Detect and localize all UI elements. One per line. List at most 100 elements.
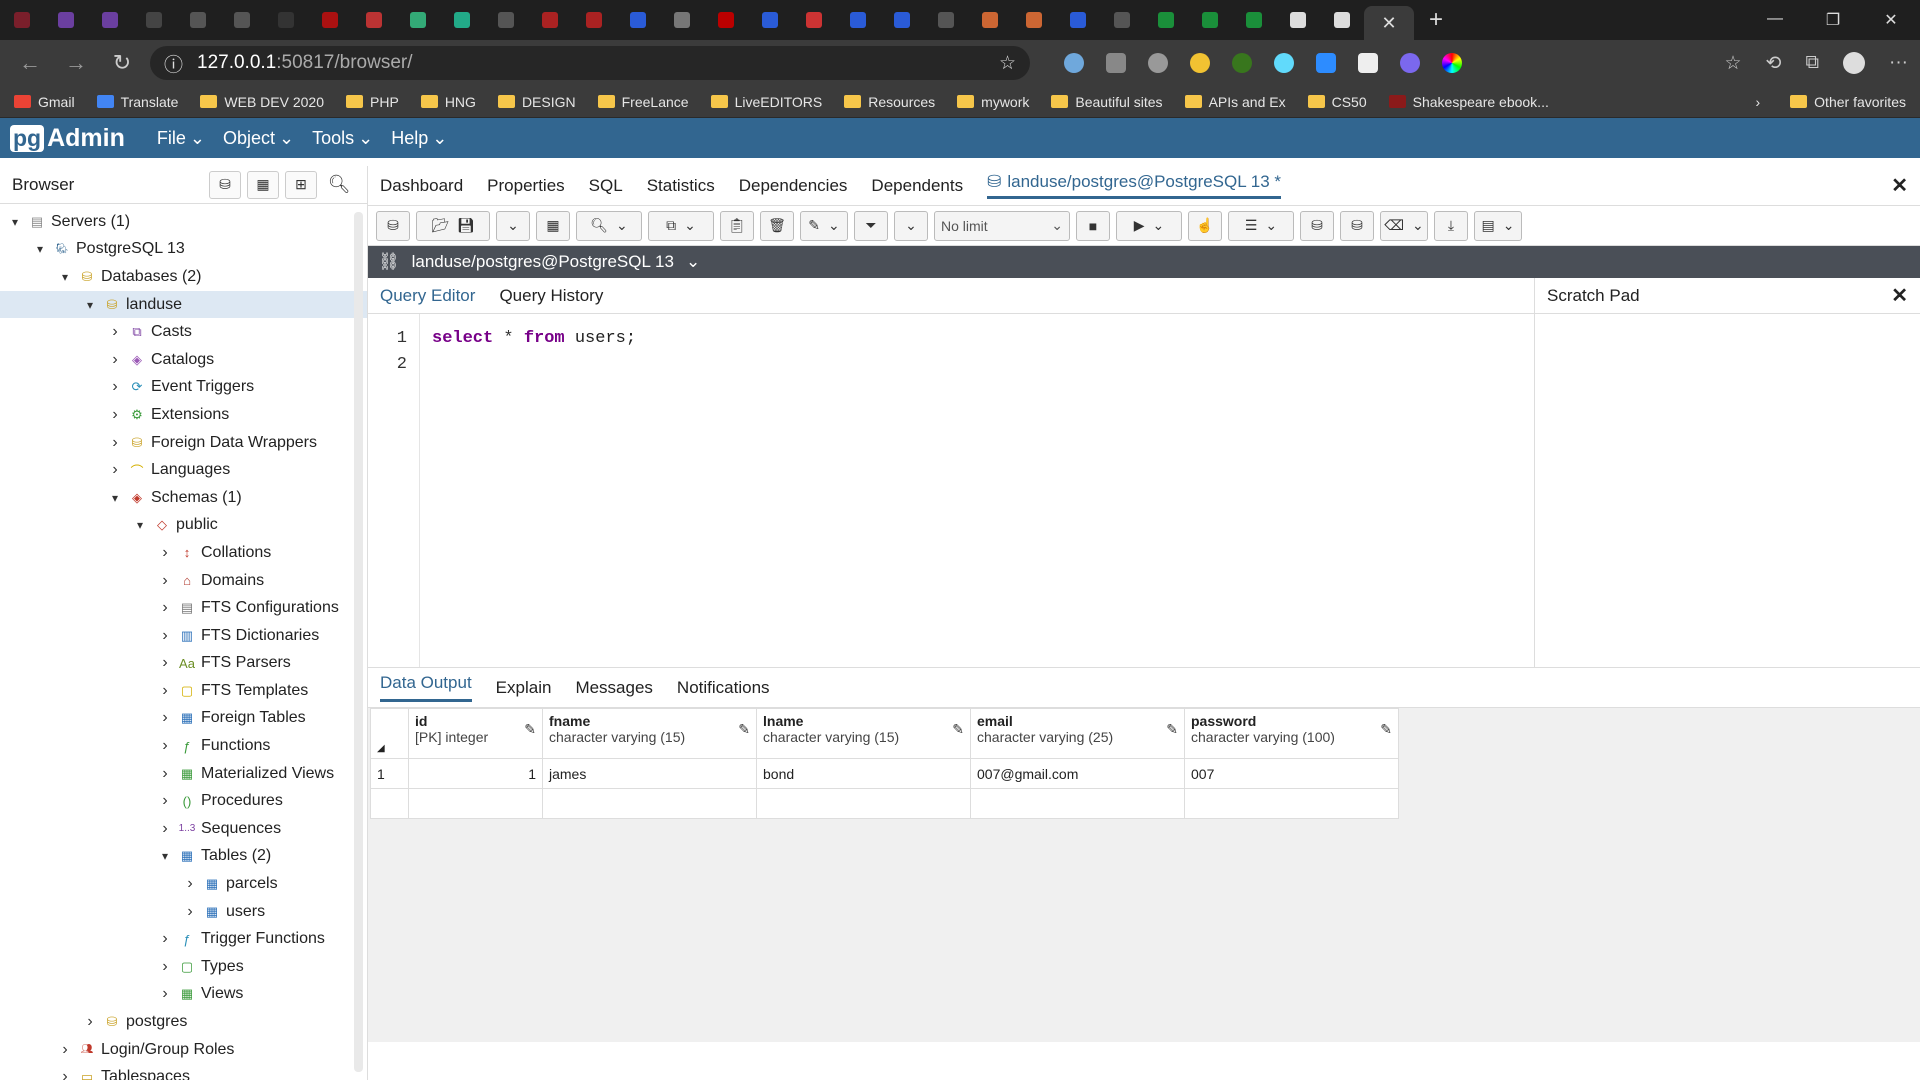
tab-properties[interactable]: Properties — [487, 176, 564, 196]
other-favorites[interactable]: Other favorites — [1790, 94, 1906, 110]
edit-column-icon[interactable]: ✎ — [524, 721, 536, 738]
filter-rows-icon[interactable]: ⊞ — [285, 170, 317, 199]
edit-column-icon[interactable]: ✎ — [952, 721, 964, 738]
bookmark-item[interactable]: FreeLance — [597, 94, 689, 110]
chevron-down-icon[interactable]: ▾ — [133, 518, 147, 532]
table-cell[interactable] — [1184, 788, 1399, 819]
chevron-right-icon[interactable]: › — [158, 654, 172, 672]
open-file-button[interactable]: 📂︎ 💾︎ — [416, 210, 490, 241]
browser-tab-favicon[interactable] — [1320, 0, 1364, 40]
sql-editor[interactable]: 12 select * from users; — [368, 314, 1534, 667]
copy-button[interactable]: ⧉ ⌄ — [648, 210, 714, 241]
browser-tab-favicon[interactable] — [484, 0, 528, 40]
tree-node[interactable]: › 👥︎ Login/Group Roles — [0, 1036, 367, 1064]
tab-messages[interactable]: Messages — [575, 678, 652, 698]
extension-icon[interactable] — [1400, 53, 1420, 73]
view-data-icon[interactable]: ▦ — [247, 170, 279, 199]
table-cell[interactable] — [970, 788, 1185, 819]
chevron-right-icon[interactable]: › — [158, 765, 172, 783]
browser-tab-favicon[interactable] — [572, 0, 616, 40]
browser-tab-favicon[interactable] — [528, 0, 572, 40]
edit-column-icon[interactable]: ✎ — [1380, 721, 1392, 738]
tree-node[interactable]: › ⟳ Event Triggers — [0, 374, 367, 402]
browser-tab-favicon[interactable] — [836, 0, 880, 40]
chevron-right-icon[interactable]: › — [158, 599, 172, 617]
tree-node[interactable]: › Aa FTS Parsers — [0, 650, 367, 678]
edit-column-icon[interactable]: ✎ — [738, 721, 750, 738]
table-cell[interactable]: bond — [756, 758, 971, 789]
tab-data-output[interactable]: Data Output — [380, 673, 472, 702]
collections-icon[interactable]: ⧉ — [1805, 52, 1819, 75]
tab-query-tool[interactable]: ⛁ landuse/postgres@PostgreSQL 13 * — [987, 172, 1282, 199]
table-cell[interactable]: 1 — [408, 758, 543, 789]
browser-tab-favicon[interactable] — [132, 0, 176, 40]
tab-sql[interactable]: SQL — [589, 176, 623, 196]
react-devtools-icon[interactable] — [1274, 53, 1294, 73]
connection-bar[interactable]: ⛓ landuse/postgres@PostgreSQL 13 ⌄ — [368, 246, 1920, 278]
chevron-down-icon[interactable]: ▾ — [58, 270, 72, 284]
tab-statistics[interactable]: Statistics — [647, 176, 715, 196]
row-limit-select[interactable]: No limit ⌄ — [934, 210, 1070, 241]
chevron-right-icon[interactable]: › — [1756, 94, 1761, 110]
code-text[interactable]: select * from users; — [420, 314, 636, 667]
chevron-right-icon[interactable]: › — [158, 709, 172, 727]
save-icon[interactable]: 💾︎ — [457, 217, 475, 234]
save-options-button[interactable]: ⌄ — [496, 210, 530, 241]
close-scratch-pad-icon[interactable]: ✕ — [1891, 283, 1908, 308]
extension-icon[interactable] — [1232, 53, 1252, 73]
browser-tab-favicon[interactable] — [660, 0, 704, 40]
tree-node[interactable]: › ↕ Collations — [0, 539, 367, 567]
notion-icon[interactable] — [1358, 53, 1378, 73]
menu-tools[interactable]: Tools ⌄ — [312, 128, 373, 149]
chevron-right-icon[interactable]: › — [158, 682, 172, 700]
bookmark-item[interactable]: PHP — [346, 94, 399, 110]
tree-node[interactable]: › ▦ users — [0, 898, 367, 926]
address-bar[interactable]: ⓘ 127.0.0.1:50817/browser/ ☆ — [150, 46, 1030, 80]
extension-icon[interactable] — [1064, 53, 1084, 73]
favorites-icon[interactable]: ☆ — [1724, 52, 1741, 75]
query-tool-icon[interactable]: ⛁ — [209, 170, 241, 199]
bookmark-item[interactable]: Beautiful sites — [1051, 94, 1163, 110]
table-cell[interactable] — [408, 788, 543, 819]
browser-tab-favicon[interactable] — [0, 0, 44, 40]
tree-node[interactable]: › ⌒ Languages — [0, 456, 367, 484]
tree-node[interactable]: ▾ ◈ Schemas (1) — [0, 484, 367, 512]
table-cell[interactable] — [756, 788, 971, 819]
browser-tab-favicon[interactable] — [176, 0, 220, 40]
tree-node[interactable]: ▾ ⛁ Databases (2) — [0, 263, 367, 291]
extension-icon[interactable] — [1106, 53, 1126, 73]
execute-button[interactable]: ▶ ⌄ — [1116, 210, 1182, 241]
browser-tab-favicon[interactable] — [396, 0, 440, 40]
browser-tab-favicon[interactable] — [748, 0, 792, 40]
clear-button[interactable]: ⌫ ⌄ — [1380, 210, 1428, 241]
chevron-right-icon[interactable]: › — [158, 985, 172, 1003]
select-all-icon[interactable]: ◢ — [377, 743, 385, 754]
minimize-icon[interactable]: — — [1746, 10, 1804, 30]
browser-tab-favicon[interactable] — [880, 0, 924, 40]
tree-scrollbar[interactable] — [354, 212, 363, 1072]
forward-icon[interactable]: → — [58, 50, 94, 76]
bookmark-item[interactable]: Shakespeare ebook... — [1388, 94, 1549, 110]
column-header[interactable]: fname character varying (15) ✎ — [542, 708, 757, 759]
connection-status-icon[interactable]: ⛁ — [376, 210, 410, 241]
edit-column-icon[interactable]: ✎ — [1166, 721, 1178, 738]
macros-button[interactable]: ▤ ⌄ — [1474, 210, 1522, 241]
active-browser-tab[interactable]: ✕ — [1364, 6, 1414, 40]
chevron-right-icon[interactable]: › — [108, 434, 122, 452]
chevron-down-icon[interactable]: ▾ — [83, 298, 97, 312]
browser-tab-favicon[interactable] — [1276, 0, 1320, 40]
chevron-down-icon[interactable]: ▾ — [33, 242, 47, 256]
column-header[interactable]: email character varying (25) ✎ — [970, 708, 1185, 759]
tree-node[interactable]: › ƒ Functions — [0, 732, 367, 760]
bookmark-item[interactable]: Resources — [844, 94, 935, 110]
stop-icon[interactable]: ■ — [1076, 210, 1110, 241]
filter-icon[interactable]: ⏷ — [854, 210, 888, 241]
new-tab-button[interactable]: + — [1414, 6, 1458, 34]
chevron-right-icon[interactable]: › — [183, 875, 197, 893]
browser-tab-favicon[interactable] — [1232, 0, 1276, 40]
browser-tab-favicon[interactable] — [1188, 0, 1232, 40]
extension-icon[interactable] — [1190, 53, 1210, 73]
browser-tab-favicon[interactable] — [220, 0, 264, 40]
column-header[interactable]: password character varying (100) ✎ — [1184, 708, 1399, 759]
tree-node[interactable]: ▾ 🐘︎ PostgreSQL 13 — [0, 236, 367, 264]
